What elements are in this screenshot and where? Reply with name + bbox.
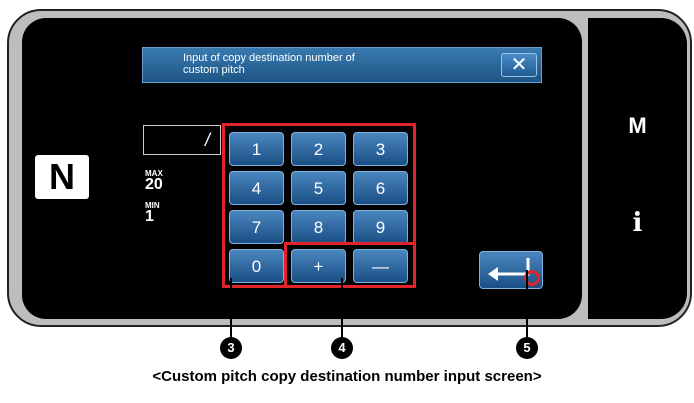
side-panel: M i [588, 18, 687, 319]
dialog-title-line2: custom pitch [183, 64, 245, 76]
dialog-title-line1: Input of copy destination number of [183, 52, 355, 64]
plus-minus-highlight [284, 242, 416, 288]
dialog-title-bar: Input of copy destination number of cust… [142, 47, 542, 83]
min-value: 1 [145, 208, 154, 225]
operation-panel: Input of copy destination number of cust… [7, 9, 692, 327]
leader-line-3 [230, 278, 232, 338]
callout-3: 3 [220, 337, 242, 359]
close-button[interactable]: ✕ [501, 53, 537, 77]
callout-5: 5 [516, 337, 538, 359]
leader-line-5 [526, 270, 528, 338]
nfc-icon: N [35, 155, 89, 199]
number-input-field[interactable]: / [143, 125, 221, 155]
dialog-title: Input of copy destination number of cust… [183, 52, 483, 76]
information-button[interactable]: i [588, 208, 687, 238]
touch-screen: Input of copy destination number of cust… [22, 18, 582, 319]
figure-caption: <Custom pitch copy destination number in… [152, 368, 542, 385]
callout-4: 4 [331, 337, 353, 359]
close-icon: ✕ [510, 54, 528, 76]
m-button[interactable]: M [588, 113, 687, 139]
leader-line-4 [341, 278, 343, 338]
max-value: 20 [145, 176, 163, 193]
